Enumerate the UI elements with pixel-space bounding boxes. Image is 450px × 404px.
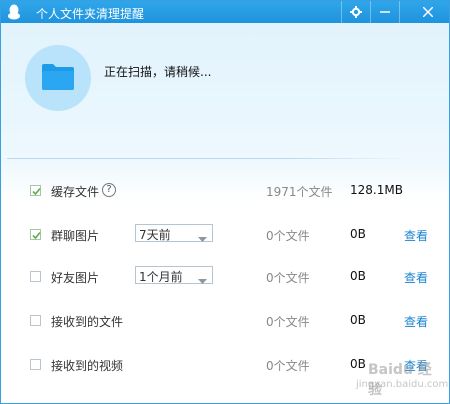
friend-images-checkbox[interactable] [30, 271, 41, 282]
file-size: 128.1MB [350, 183, 403, 197]
qq-penguin-icon [7, 4, 21, 20]
watermark-sub: jingyan.baidu.com [356, 379, 449, 390]
cleanup-window: 个人文件夹清理提醒 正在扫描，请稍候... 缓存文件 ? 1971个文件 128… [0, 0, 450, 404]
file-size: 0B [350, 313, 366, 327]
list-row-cache: 缓存文件 ? 1971个文件 128.1MB [1, 180, 449, 202]
title-bar[interactable]: 个人文件夹清理提醒 [1, 1, 449, 23]
minimize-icon [380, 7, 390, 17]
received-videos-checkbox[interactable] [30, 359, 41, 370]
cache-checkbox[interactable] [30, 185, 41, 196]
file-count: 0个文件 [266, 229, 310, 243]
close-icon [423, 7, 433, 17]
list-row-group-images: 群聊图片 7天前 0个文件 0B 查看 [1, 224, 449, 246]
list-row-friend-images: 好友图片 1个月前 0个文件 0B 查看 [1, 266, 449, 288]
list-row-received-files: 接收到的文件 0个文件 0B 查看 [1, 310, 449, 332]
window-title: 个人文件夹清理提醒 [36, 7, 145, 21]
row-label: 接收到的视频 [51, 359, 124, 373]
file-count: 1971个文件 [266, 185, 333, 199]
chevron-down-icon [198, 273, 207, 287]
chevron-down-icon [198, 231, 207, 245]
title-separator [399, 1, 400, 23]
help-icon[interactable]: ? [102, 183, 116, 197]
row-label: 群聊图片 [51, 229, 100, 243]
baidu-watermark: Baidu 经验 jingyan.baidu.com [338, 357, 448, 398]
select-value: 1个月前 [139, 270, 183, 284]
view-link[interactable]: 查看 [404, 269, 428, 286]
file-count: 0个文件 [266, 315, 310, 329]
scan-status-text: 正在扫描，请稍候... [104, 65, 212, 79]
select-value: 7天前 [139, 228, 171, 242]
received-files-checkbox[interactable] [30, 315, 41, 326]
settings-icon [350, 6, 362, 18]
file-size: 0B [350, 269, 366, 283]
row-label: 好友图片 [51, 271, 100, 285]
row-label: 缓存文件 [51, 185, 100, 199]
settings-button[interactable] [342, 1, 370, 23]
view-link[interactable]: 查看 [404, 227, 428, 244]
file-count: 0个文件 [266, 271, 310, 285]
time-filter-select[interactable]: 1个月前 [135, 266, 213, 284]
section-divider [7, 158, 407, 159]
row-label: 接收到的文件 [51, 315, 124, 329]
time-filter-select[interactable]: 7天前 [135, 224, 213, 242]
group-images-checkbox[interactable] [30, 229, 41, 240]
view-link[interactable]: 查看 [404, 313, 428, 330]
folder-badge [25, 45, 91, 111]
folder-icon [41, 63, 75, 94]
close-button[interactable] [414, 1, 442, 23]
file-size: 0B [350, 227, 366, 241]
minimize-button[interactable] [371, 1, 399, 23]
file-count: 0个文件 [266, 359, 310, 373]
